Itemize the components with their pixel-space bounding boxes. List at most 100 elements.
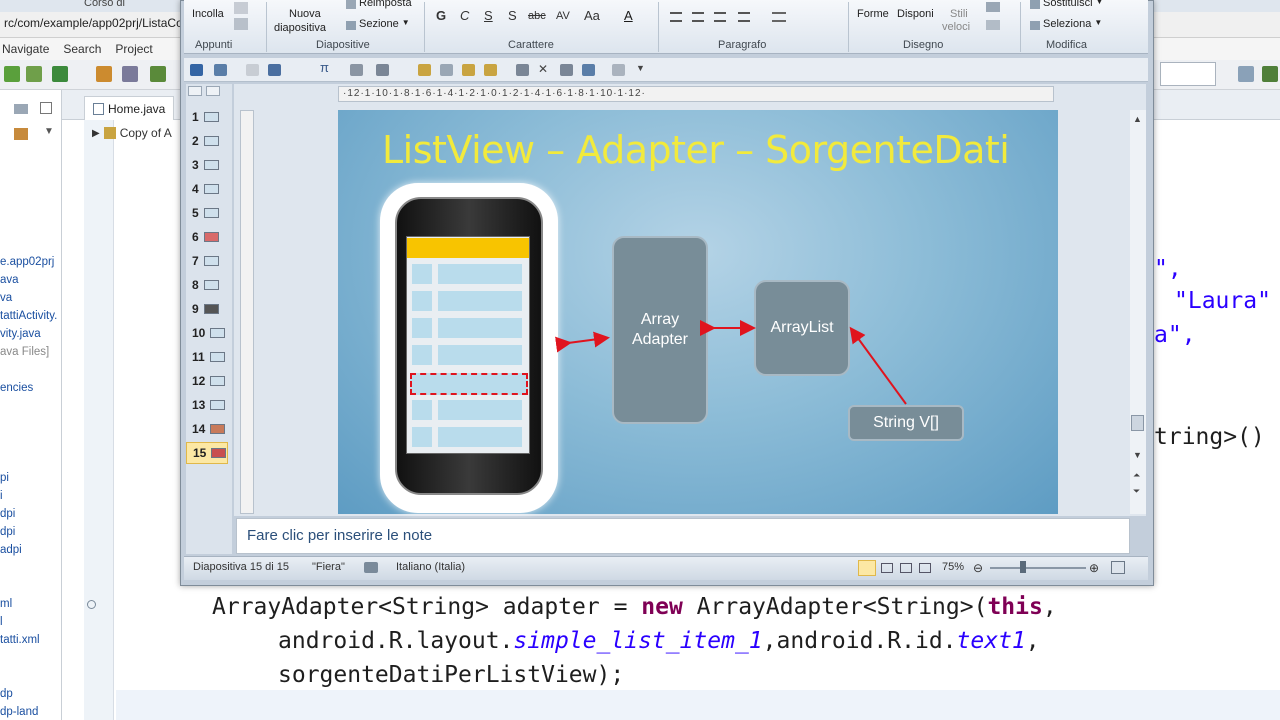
slide-thumb[interactable]: 4 [186,178,228,200]
save-icon[interactable] [190,64,203,76]
package-item[interactable]: dp [0,688,13,700]
quick-styles-label-1[interactable]: Stili [950,8,968,20]
slide-thumb[interactable]: 12 [186,370,228,392]
slide-scrollbar[interactable]: ▲ ▼ ⏶ ⏷ [1130,110,1146,514]
zoom-slider-thumb[interactable] [1020,561,1026,573]
underline-button[interactable]: S [484,8,493,23]
columns-icon[interactable] [772,12,786,22]
quick-styles-label-2[interactable]: veloci [942,21,970,33]
gear-icon[interactable] [96,66,112,82]
close-x-icon[interactable]: ✕ [538,62,548,76]
settings-icon[interactable] [150,66,166,82]
tool-icon[interactable] [122,66,138,82]
shadow-button[interactable]: S [508,8,517,23]
slide-thumb[interactable]: 5 [186,202,228,224]
slide-thumb[interactable]: 11 [186,346,228,368]
align-left-icon[interactable] [670,12,682,22]
zoom-in-icon[interactable]: ⊕ [1089,561,1099,575]
align-center-icon[interactable] [692,12,704,22]
slide-thumb[interactable]: 3 [186,154,228,176]
brush-icon[interactable] [440,64,453,76]
layout-icon[interactable] [582,64,595,76]
shape-outline-icon[interactable] [986,20,1000,30]
package-item[interactable]: tattiActivity. [0,310,57,322]
textbox-icon[interactable] [350,64,363,76]
code-line-2[interactable]: android.R.layout.simple_list_item_1,andr… [278,628,1040,654]
move-icon[interactable] [612,64,625,76]
scroll-down-icon[interactable]: ▼ [1133,450,1142,460]
spellcheck-icon[interactable] [364,562,378,573]
package-item[interactable]: ava [0,274,19,286]
undo-icon[interactable] [214,64,227,76]
scroll-thumb[interactable] [1131,415,1144,431]
fold-icon[interactable] [87,600,96,609]
scroll-up-icon[interactable]: ▲ [1133,114,1142,124]
package-item[interactable]: dpi [0,508,15,520]
view-menu-icon[interactable]: ▼ [44,126,54,137]
slide-thumb[interactable]: 9 [186,298,228,320]
reset-button[interactable]: Reimposta [346,0,412,9]
font-color-button[interactable]: A [624,8,633,23]
package-item[interactable]: tatti.xml [0,634,40,646]
package-item[interactable]: ml [0,598,12,610]
package-item[interactable]: ava Files] [0,346,49,358]
slide-thumb[interactable]: 7 [186,250,228,272]
section-button[interactable]: Sezione ▼ [346,18,410,30]
package-item[interactable]: i [0,490,3,502]
shape-fill-icon[interactable] [986,2,1000,12]
zoom-out-icon[interactable]: ⊖ [973,561,983,575]
code-fragment-1[interactable]: ", [1154,256,1182,282]
arrange-button[interactable]: Disponi [897,8,934,20]
reading-view-icon[interactable] [900,563,912,573]
group-icon[interactable] [418,64,431,76]
link-icon[interactable] [14,128,28,140]
normal-view-icon[interactable] [858,560,876,576]
slide-thumb[interactable]: 1 [186,106,228,128]
strikethrough-button[interactable]: abc [528,10,546,22]
package-item[interactable]: adpi [0,544,22,556]
zoom-slider-track[interactable] [990,567,1086,569]
new-slide-label-2[interactable]: diapositiva [274,22,326,34]
change-case-button[interactable]: Aa [584,8,600,23]
collapse-icon[interactable] [14,104,28,114]
format-painter-icon[interactable] [234,18,248,30]
package-item[interactable]: dpi [0,526,15,538]
fit-to-window-icon[interactable] [1111,561,1125,574]
quick-access-input[interactable] [1160,62,1216,86]
code-fragment-4[interactable]: tring>() [1154,424,1265,450]
font-size-icon[interactable] [376,64,389,76]
menu-project[interactable]: Project [115,42,152,56]
slides-tab-icon[interactable] [188,86,202,96]
slide-thumb[interactable]: 10 [186,322,228,344]
theme-name[interactable]: "Fiera" [312,561,345,573]
justify-icon[interactable] [738,12,750,22]
open-icon[interactable] [484,64,497,76]
package-item[interactable]: vity.java [0,328,41,340]
bold-button[interactable]: G [436,8,446,23]
package-item[interactable]: encies [0,382,33,394]
shapes-button[interactable]: Forme [857,8,889,20]
menu-navigate[interactable]: Navigate [2,42,49,56]
new-slide-label-1[interactable]: Nuova [289,8,321,20]
package-item[interactable]: e.app02prj [0,256,54,268]
tab-home-java[interactable]: Home.java [84,96,175,120]
package-item[interactable]: l [0,616,3,628]
perspective-icon[interactable] [1238,66,1254,82]
select-button[interactable]: Seleziona ▼ [1030,18,1102,30]
debug-icon[interactable] [26,66,42,82]
italic-button[interactable]: C [460,8,469,23]
cut-icon[interactable] [234,2,248,14]
outline-tab-icon[interactable] [206,86,220,96]
folder-icon[interactable] [462,64,475,76]
outline-item-copy[interactable]: ▶ Copy of A [92,126,172,140]
crop-icon[interactable] [560,64,573,76]
code-line-3[interactable]: sorgenteDatiPerListView); [278,662,624,688]
run-icon[interactable] [4,66,20,82]
slide-thumb[interactable]: 2 [186,130,228,152]
slide-thumb[interactable]: 6 [186,226,228,248]
previous-slide-icon[interactable]: ⏶ [1133,470,1140,481]
code-fragment-2[interactable]: "Laura" [1174,288,1271,314]
maximize-icon[interactable] [40,102,52,114]
font-icon[interactable] [268,64,281,76]
code-line-1[interactable]: ArrayAdapter<String> adapter = new Array… [212,594,1057,620]
